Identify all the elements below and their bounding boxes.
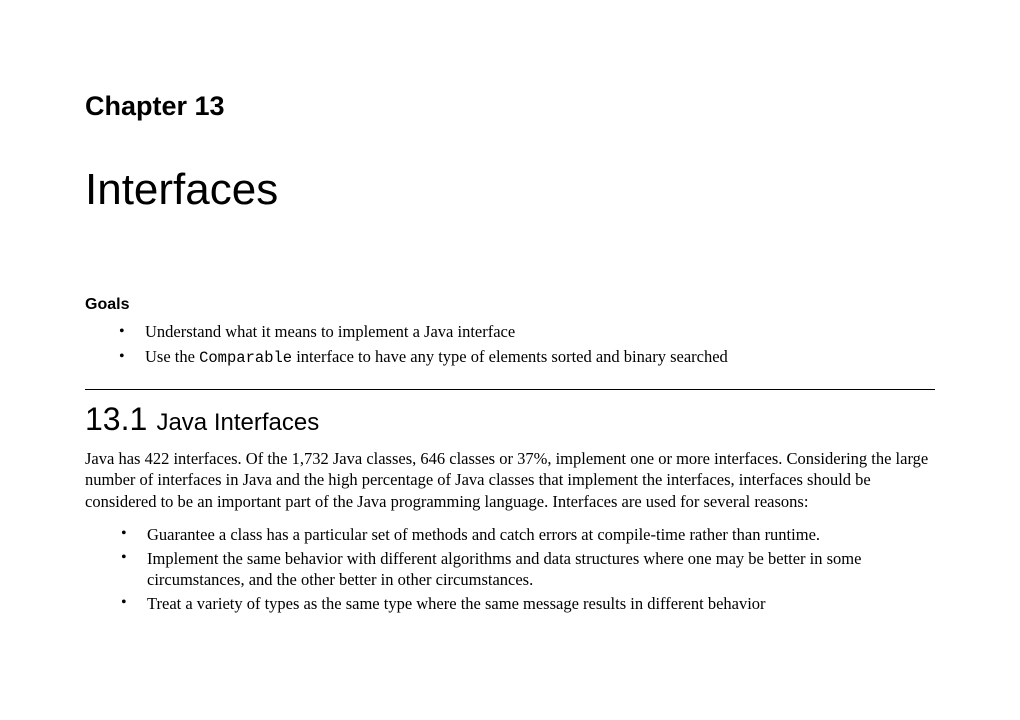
reasons-list: Guarantee a class has a particular set o… (85, 524, 935, 614)
goals-heading: Goals (85, 295, 935, 315)
goals-item-prefix: Use the (145, 347, 199, 366)
reasons-item: Implement the same behavior with differe… (85, 548, 935, 590)
reasons-item: Treat a variety of types as the same typ… (85, 593, 935, 614)
reasons-item: Guarantee a class has a particular set o… (85, 524, 935, 545)
goals-item-suffix: interface to have any type of elements s… (292, 347, 728, 366)
section-title: Java Interfaces (156, 409, 319, 436)
chapter-title: Interfaces (85, 162, 935, 217)
goals-item-code: Comparable (199, 349, 292, 367)
section-number: 13.1 (85, 401, 147, 437)
goals-list: Understand what it means to implement a … (85, 321, 935, 369)
section-paragraph: Java has 422 interfaces. Of the 1,732 Ja… (85, 448, 935, 511)
divider (85, 389, 935, 390)
section-heading: 13.1 Java Interfaces (85, 400, 935, 438)
goals-item: Understand what it means to implement a … (85, 321, 935, 343)
goals-item-text: Understand what it means to implement a … (145, 322, 515, 341)
chapter-number: Chapter 13 (85, 90, 935, 124)
goals-item: Use the Comparable interface to have any… (85, 346, 935, 369)
